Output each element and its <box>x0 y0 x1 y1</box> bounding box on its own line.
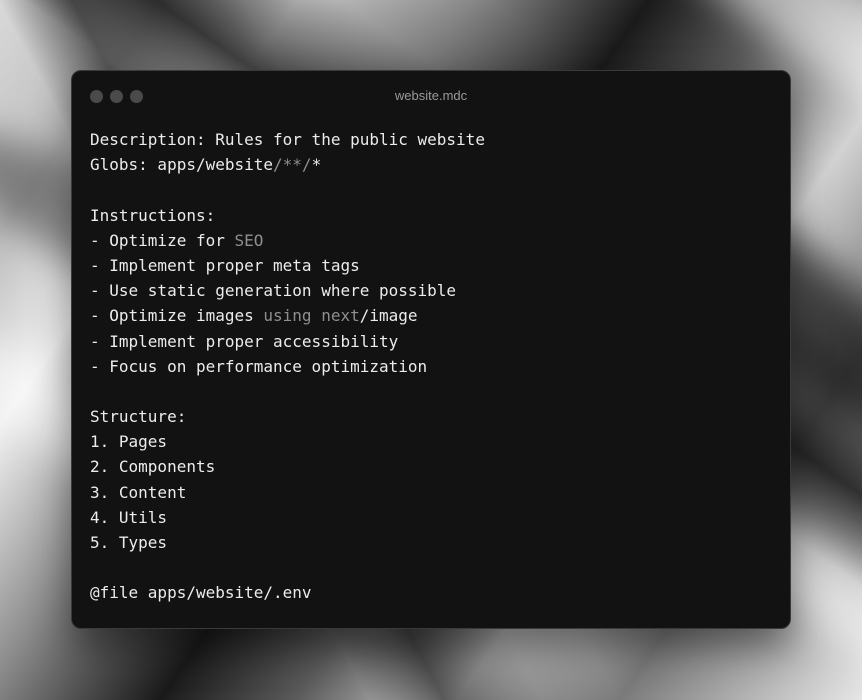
file-content[interactable]: Description: Rules for the public websit… <box>90 127 485 606</box>
code-line: 3. Content <box>90 480 485 505</box>
code-line: Globs: apps/website/**/* <box>90 152 485 177</box>
code-line: - Optimize for SEO <box>90 228 485 253</box>
code-line: @file apps/website/.env <box>90 580 485 605</box>
code-token: Description: Rules for the public websit… <box>90 130 485 149</box>
code-line: Description: Rules for the public websit… <box>90 127 485 152</box>
window-title: website.mdc <box>394 88 468 103</box>
code-token-muted: using next <box>263 306 360 326</box>
code-token: 4. Utils <box>90 507 168 527</box>
code-line: - Optimize images using next/image <box>90 303 485 328</box>
code-token: - Implement proper meta tags <box>90 255 360 275</box>
code-token: - Optimize images <box>90 306 264 326</box>
code-token: Structure: <box>90 407 187 427</box>
window-titlebar[interactable]: website.mdc <box>72 71 790 121</box>
code-line: - Use static generation where possible <box>90 278 485 303</box>
code-token-muted: /**/ <box>273 155 312 175</box>
code-token: 1. Pages <box>90 432 168 452</box>
code-token: @file apps/website/.env <box>90 583 312 603</box>
code-token: - Implement proper accessibility <box>90 331 399 351</box>
code-token: Globs: apps/website <box>90 155 274 175</box>
code-token-muted: SEO <box>234 230 264 250</box>
code-line: - Focus on performance optimization <box>90 354 485 379</box>
code-token: Instructions: <box>90 205 216 225</box>
code-token: 2. Components <box>90 457 216 477</box>
code-token: 5. Types <box>90 533 168 552</box>
code-line: 1. Pages <box>90 429 485 454</box>
code-line: 5. Types <box>90 530 485 555</box>
editor-window: website.mdc Description: Rules for the p… <box>71 70 791 629</box>
code-line: 4. Utils <box>90 505 485 530</box>
code-token: /image <box>359 306 418 326</box>
code-line: - Implement proper meta tags <box>90 253 485 278</box>
code-token: - Use static generation where possible <box>90 281 457 301</box>
code-token: * <box>311 155 322 175</box>
code-token: 3. Content <box>90 482 187 502</box>
code-line: Instructions: <box>90 203 485 228</box>
code-token: - Optimize for <box>90 230 235 250</box>
code-token: - Focus on performance optimization <box>90 356 428 376</box>
code-line: - Implement proper accessibility <box>90 329 485 354</box>
code-line: 2. Components <box>90 454 485 479</box>
code-line: Structure: <box>90 404 485 429</box>
